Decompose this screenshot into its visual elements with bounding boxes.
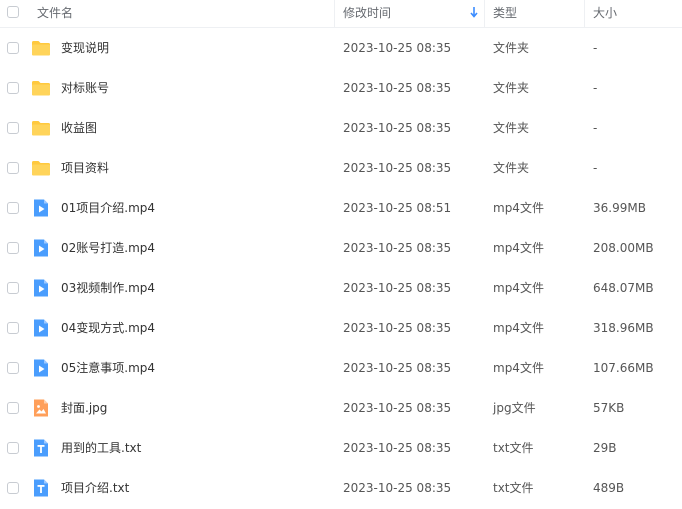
modified-time: 2023-10-25 08:51 [343, 201, 452, 215]
folder-icon [31, 38, 51, 58]
file-type: 文件夹 [493, 161, 530, 175]
file-type: txt文件 [493, 481, 534, 495]
video-icon [31, 198, 51, 218]
row-checkbox[interactable] [7, 82, 19, 94]
modified-time: 2023-10-25 08:35 [343, 401, 452, 415]
file-type: txt文件 [493, 441, 534, 455]
file-row[interactable]: 项目介绍.txt 2023-10-25 08:35 txt文件 489B [0, 468, 682, 508]
column-divider[interactable] [584, 0, 585, 27]
modified-time: 2023-10-25 08:35 [343, 41, 452, 55]
row-checkbox[interactable] [7, 482, 19, 494]
file-size: 107.66MB [593, 361, 654, 375]
file-row[interactable]: 变现说明 2023-10-25 08:35 文件夹 - [0, 28, 682, 68]
file-row[interactable]: 封面.jpg 2023-10-25 08:35 jpg文件 57KB [0, 388, 682, 428]
column-header-size[interactable]: 大小 [593, 0, 617, 27]
file-size: - [593, 161, 598, 175]
video-icon [31, 278, 51, 298]
file-type: jpg文件 [493, 401, 536, 415]
file-size: 489B [593, 481, 625, 495]
file-name[interactable]: 01项目介绍.mp4 [61, 188, 155, 228]
modified-time: 2023-10-25 08:35 [343, 121, 452, 135]
file-row[interactable]: 04变现方式.mp4 2023-10-25 08:35 mp4文件 318.96MB [0, 308, 682, 348]
file-row[interactable]: 收益图 2023-10-25 08:35 文件夹 - [0, 108, 682, 148]
file-size: - [593, 121, 598, 135]
file-name[interactable]: 02账号打造.mp4 [61, 228, 155, 268]
file-name[interactable]: 收益图 [61, 108, 97, 148]
modified-time: 2023-10-25 08:35 [343, 161, 452, 175]
file-size: 36.99MB [593, 201, 646, 215]
row-checkbox[interactable] [7, 402, 19, 414]
file-type: mp4文件 [493, 361, 544, 375]
video-icon [31, 238, 51, 258]
file-name[interactable]: 项目介绍.txt [61, 468, 129, 508]
row-checkbox[interactable] [7, 322, 19, 334]
video-icon [31, 358, 51, 378]
file-list-header: 文件名 修改时间 类型 大小 [0, 0, 682, 28]
file-size: 208.00MB [593, 241, 654, 255]
select-all-checkbox[interactable] [7, 6, 19, 18]
file-size: - [593, 41, 598, 55]
modified-time: 2023-10-25 08:35 [343, 321, 452, 335]
file-row[interactable]: 01项目介绍.mp4 2023-10-25 08:51 mp4文件 36.99MB [0, 188, 682, 228]
file-name[interactable]: 对标账号 [61, 68, 109, 108]
file-row[interactable]: 对标账号 2023-10-25 08:35 文件夹 - [0, 68, 682, 108]
file-type: 文件夹 [493, 41, 530, 55]
arrow-down-icon[interactable] [469, 5, 479, 19]
file-type: mp4文件 [493, 321, 544, 335]
folder-icon [31, 158, 51, 178]
file-size: 648.07MB [593, 281, 654, 295]
column-divider[interactable] [334, 0, 335, 27]
file-name[interactable]: 05注意事项.mp4 [61, 348, 155, 388]
row-checkbox[interactable] [7, 162, 19, 174]
row-checkbox[interactable] [7, 42, 19, 54]
file-row[interactable]: 03视频制作.mp4 2023-10-25 08:35 mp4文件 648.07MB [0, 268, 682, 308]
file-size: 318.96MB [593, 321, 654, 335]
file-list: 文件名 修改时间 类型 大小 变现说明 2023-10-25 08:35 文件夹 - 对… [0, 0, 682, 509]
file-size: - [593, 81, 598, 95]
row-checkbox[interactable] [7, 202, 19, 214]
row-checkbox[interactable] [7, 122, 19, 134]
column-header-time[interactable]: 修改时间 [343, 0, 391, 27]
image-icon [31, 398, 51, 418]
file-type: mp4文件 [493, 281, 544, 295]
modified-time: 2023-10-25 08:35 [343, 481, 452, 495]
file-type: mp4文件 [493, 241, 544, 255]
file-type: 文件夹 [493, 121, 530, 135]
file-type: 文件夹 [493, 81, 530, 95]
row-checkbox[interactable] [7, 282, 19, 294]
file-name[interactable]: 封面.jpg [61, 388, 107, 428]
modified-time: 2023-10-25 08:35 [343, 81, 452, 95]
modified-time: 2023-10-25 08:35 [343, 361, 452, 375]
text-file-icon [31, 438, 51, 458]
folder-icon [31, 78, 51, 98]
row-checkbox[interactable] [7, 362, 19, 374]
file-name[interactable]: 变现说明 [61, 28, 109, 68]
row-checkbox[interactable] [7, 442, 19, 454]
text-file-icon [31, 478, 51, 498]
column-header-type[interactable]: 类型 [493, 0, 517, 27]
modified-time: 2023-10-25 08:35 [343, 441, 452, 455]
file-type: mp4文件 [493, 201, 544, 215]
file-name[interactable]: 项目资料 [61, 148, 109, 188]
file-name[interactable]: 03视频制作.mp4 [61, 268, 155, 308]
file-size: 57KB [593, 401, 625, 415]
file-row[interactable]: 用到的工具.txt 2023-10-25 08:35 txt文件 29B [0, 428, 682, 468]
file-name[interactable]: 04变现方式.mp4 [61, 308, 155, 348]
file-row[interactable]: 项目资料 2023-10-25 08:35 文件夹 - [0, 148, 682, 188]
video-icon [31, 318, 51, 338]
column-divider[interactable] [484, 0, 485, 27]
row-checkbox[interactable] [7, 242, 19, 254]
file-size: 29B [593, 441, 617, 455]
modified-time: 2023-10-25 08:35 [343, 281, 452, 295]
file-row[interactable]: 02账号打造.mp4 2023-10-25 08:35 mp4文件 208.00MB [0, 228, 682, 268]
file-row[interactable]: 05注意事项.mp4 2023-10-25 08:35 mp4文件 107.66MB [0, 348, 682, 388]
file-name[interactable]: 用到的工具.txt [61, 428, 141, 468]
modified-time: 2023-10-25 08:35 [343, 241, 452, 255]
folder-icon [31, 118, 51, 138]
column-header-name[interactable]: 文件名 [37, 0, 73, 27]
